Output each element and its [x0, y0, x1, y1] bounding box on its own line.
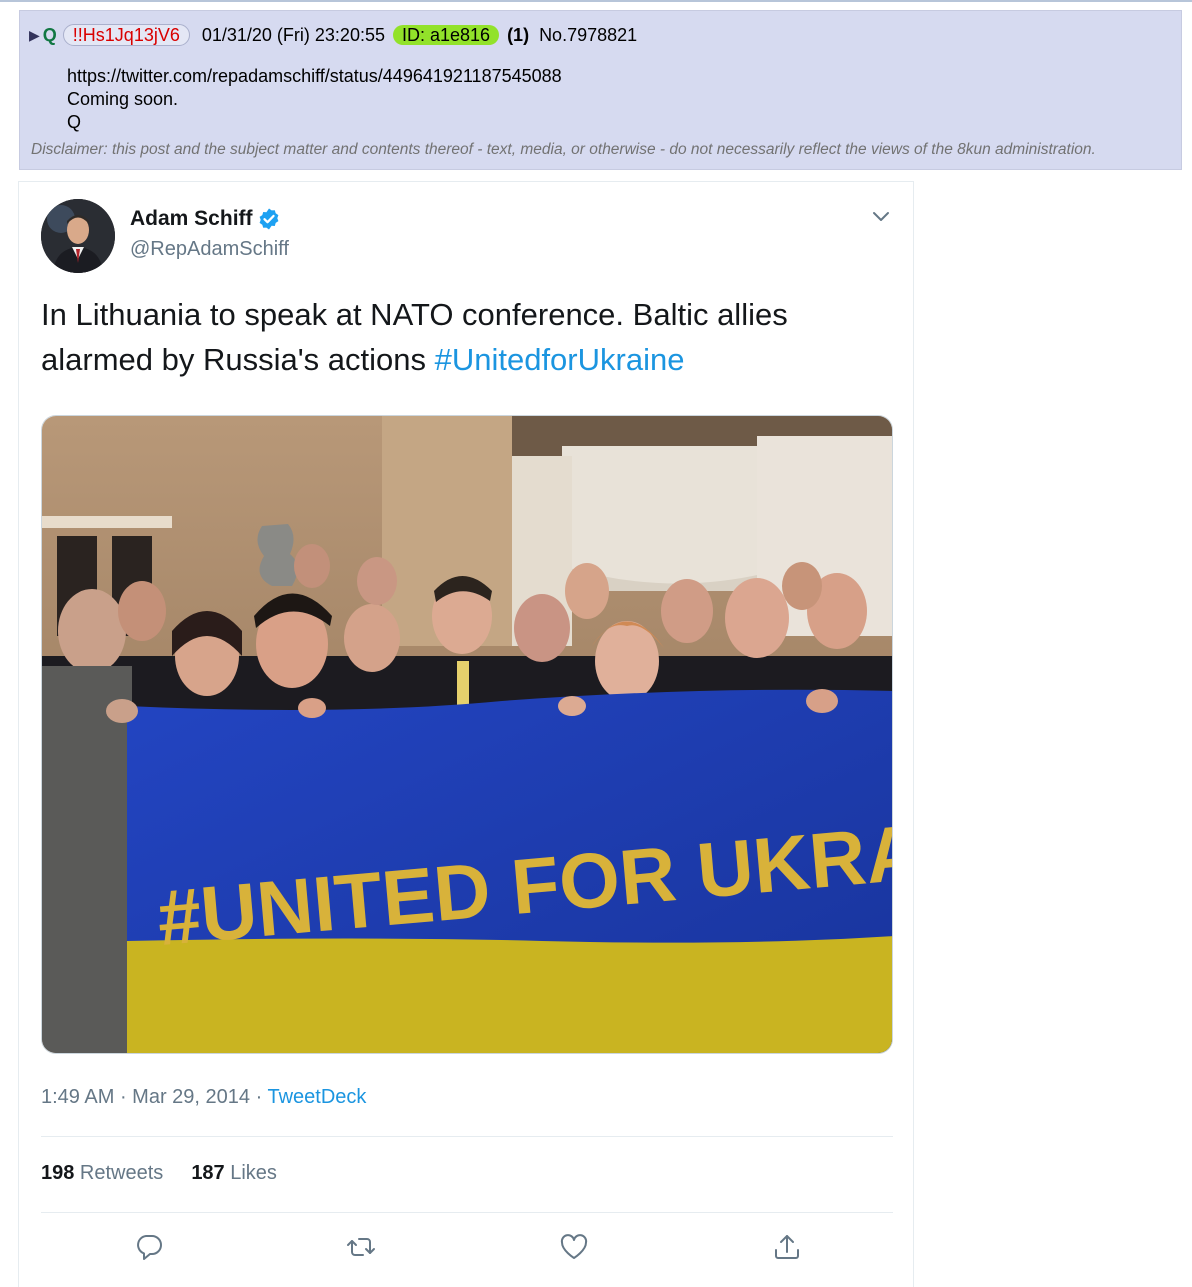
retweets-label: Retweets — [74, 1162, 164, 1184]
divider — [41, 1212, 893, 1213]
author-name[interactable]: Adam Schiff — [130, 207, 253, 231]
tweet-text: In Lithuania to speak at NATO conference… — [41, 292, 881, 382]
share-icon[interactable] — [772, 1232, 802, 1262]
tweet-actions — [41, 1232, 893, 1272]
group-photo-illustration: #UNITED FOR UKRAINE — [42, 416, 892, 1053]
meta-separator: · — [114, 1086, 133, 1108]
tweet-card: Adam Schiff @RepAdamSchiff In Lithuania … — [18, 181, 914, 1287]
post-header: ▶ Q !!Hs1Jq13jV6 01/31/20 (Fri) 23:20:55… — [29, 23, 637, 47]
tweet-source-link[interactable]: TweetDeck — [267, 1086, 366, 1108]
board-post: ▶ Q !!Hs1Jq13jV6 01/31/20 (Fri) 23:20:55… — [19, 10, 1182, 170]
post-signature-line: Q — [67, 112, 82, 132]
tripcode-badge: !!Hs1Jq13jV6 — [62, 24, 190, 46]
likes-stat[interactable]: 187 Likes — [191, 1162, 277, 1184]
chevron-down-icon[interactable] — [871, 210, 891, 224]
tweet-photo[interactable]: #UNITED FOR UKRAINE — [41, 415, 893, 1054]
post-number-link[interactable]: No.7978821 — [539, 25, 637, 46]
like-heart-icon[interactable] — [559, 1232, 589, 1262]
hashtag-link[interactable]: #UnitedforUkraine — [435, 342, 685, 377]
verified-badge-icon — [259, 208, 278, 230]
post-text-line: Coming soon. — [67, 89, 179, 109]
reply-icon[interactable] — [134, 1232, 164, 1262]
post-body: https://twitter.com/repadamschiff/status… — [67, 65, 562, 134]
retweets-stat[interactable]: 198 Retweets — [41, 1162, 163, 1184]
post-disclaimer: Disclaimer: this post and the subject ma… — [31, 141, 1096, 158]
likes-label: Likes — [224, 1162, 277, 1184]
meta-separator: · — [250, 1086, 268, 1108]
author-handle[interactable]: @RepAdamSchiff — [130, 238, 289, 261]
post-link-line[interactable]: https://twitter.com/repadamschiff/status… — [67, 65, 562, 88]
tweet-time[interactable]: 1:49 AM — [41, 1086, 114, 1108]
retweets-count: 198 — [41, 1162, 75, 1184]
tweet-meta: 1:49 AM · Mar 29, 2014 · TweetDeck — [41, 1086, 366, 1109]
page-top-border — [0, 0, 1192, 2]
poster-id-badge[interactable]: ID: a1e816 — [392, 25, 500, 45]
likes-count: 187 — [191, 1162, 225, 1184]
author-row: Adam Schiff — [130, 207, 281, 231]
poster-name: Q — [42, 24, 57, 45]
divider — [41, 1136, 893, 1137]
tweet-stats: 198 Retweets 187 Likes — [41, 1162, 277, 1185]
tweet-date[interactable]: Mar 29, 2014 — [132, 1086, 250, 1108]
post-count: (1) — [507, 24, 530, 45]
retweet-icon[interactable] — [346, 1232, 376, 1262]
post-datetime: 01/31/20 (Fri) 23:20:55 — [201, 24, 385, 45]
post-menu-arrow-icon[interactable]: ▶ — [29, 27, 40, 44]
avatar[interactable] — [41, 199, 115, 273]
avatar-photo — [41, 199, 115, 273]
